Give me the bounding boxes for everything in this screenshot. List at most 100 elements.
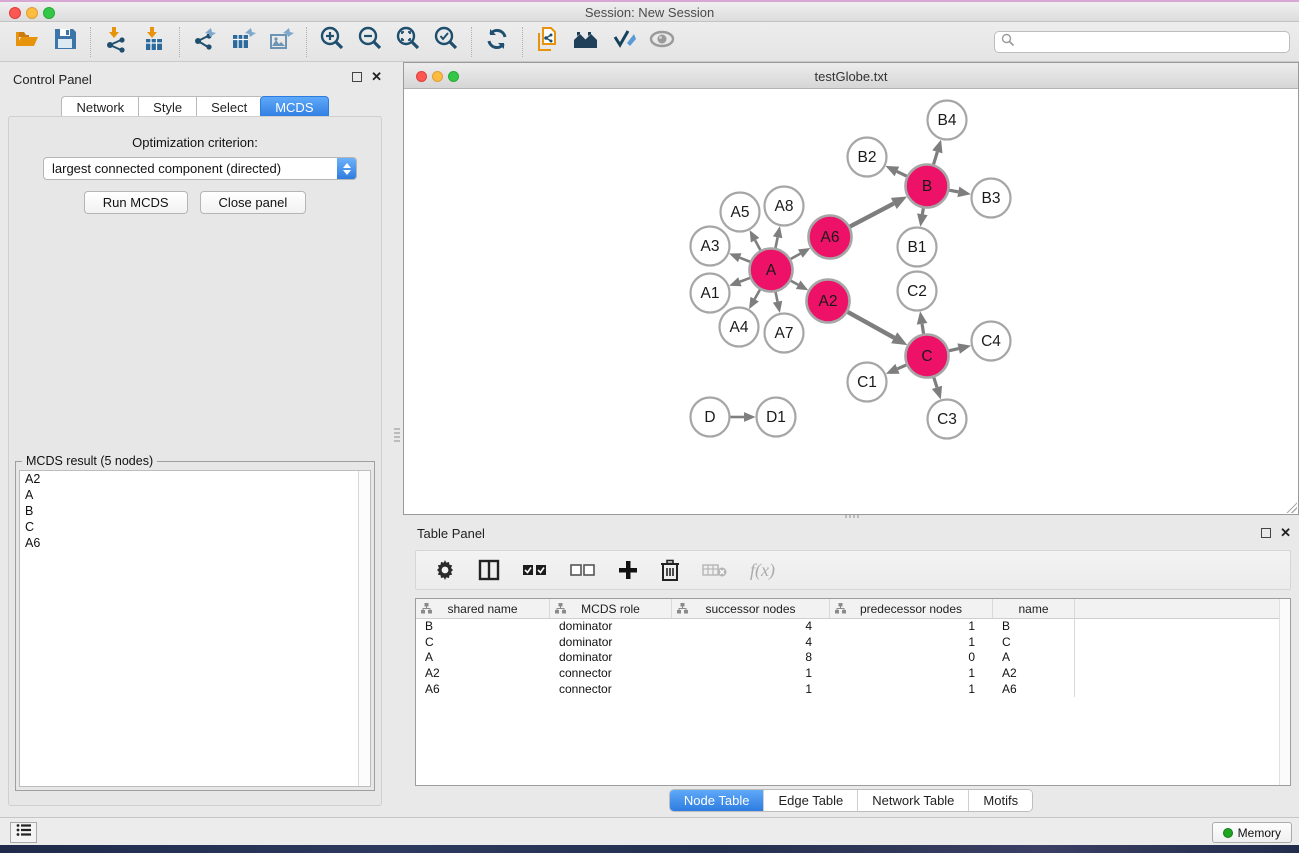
table-row[interactable]: Bdominator41B (416, 619, 1290, 635)
table-cell[interactable]: 4 (672, 635, 830, 651)
graph-edge[interactable] (949, 190, 958, 192)
float-panel-icon[interactable] (352, 72, 362, 82)
close-table-panel-icon[interactable]: ✕ (1280, 528, 1291, 538)
table-row[interactable]: Cdominator41C (416, 635, 1290, 651)
vertical-split-grip[interactable] (394, 428, 400, 442)
table-cell[interactable]: dominator (550, 635, 672, 651)
export-network-button[interactable] (186, 25, 224, 59)
graph-edge[interactable] (850, 203, 894, 226)
table-cell[interactable]: 1 (672, 666, 830, 682)
table-cell[interactable]: B (993, 619, 1075, 635)
add-column-icon[interactable] (618, 556, 638, 584)
copy-view-button[interactable] (529, 25, 567, 59)
graph-edge[interactable] (934, 377, 937, 387)
save-session-button[interactable] (46, 25, 84, 59)
main-titlebar[interactable]: Session: New Session (0, 2, 1299, 22)
settings-gear-icon[interactable] (434, 556, 456, 584)
graph-edge[interactable] (922, 208, 923, 214)
zoom-out-button[interactable] (351, 25, 389, 59)
home-button[interactable] (567, 25, 605, 59)
zoom-fit-button[interactable] (389, 25, 427, 59)
tab-node-table[interactable]: Node Table (670, 790, 765, 811)
result-list-item[interactable]: B (20, 503, 370, 519)
table-cell[interactable]: A6 (416, 682, 550, 698)
table-cell[interactable]: connector (550, 666, 672, 682)
table-row[interactable]: Adominator80A (416, 650, 1290, 666)
table-cell[interactable]: A (416, 650, 550, 666)
table-cell[interactable]: dominator (550, 619, 672, 635)
graph-edge[interactable] (791, 254, 801, 259)
tab-motifs[interactable]: Motifs (969, 790, 1032, 811)
result-list-item[interactable]: A (20, 487, 370, 503)
graph-edge[interactable] (776, 292, 778, 302)
table-cell[interactable]: C (993, 635, 1075, 651)
window-resize-handle[interactable] (1285, 501, 1297, 513)
table-cell[interactable]: 8 (672, 650, 830, 666)
show-columns-icon[interactable] (478, 556, 500, 584)
network-window-titlebar[interactable]: testGlobe.txt (404, 63, 1298, 89)
graph-edge[interactable] (934, 152, 938, 165)
graph-edge[interactable] (740, 278, 750, 282)
close-panel-icon[interactable]: ✕ (371, 72, 382, 82)
refresh-button[interactable] (478, 25, 516, 59)
table-cell[interactable]: B (416, 619, 550, 635)
export-image-button[interactable] (262, 25, 300, 59)
graph-edge[interactable] (755, 290, 760, 300)
table-cell[interactable]: 0 (830, 650, 993, 666)
close-panel-button[interactable]: Close panel (200, 191, 307, 214)
delete-column-icon[interactable] (660, 556, 680, 584)
graph-edge[interactable] (897, 365, 906, 369)
column-header-shared-name[interactable]: shared name (416, 599, 550, 618)
graph-edge[interactable] (949, 349, 959, 351)
graph-edge[interactable] (740, 258, 750, 262)
table-cell[interactable]: 1 (830, 619, 993, 635)
node-table[interactable]: shared name MCDS role successor nodes pr… (415, 598, 1291, 786)
graph-edge[interactable] (791, 281, 798, 285)
tab-network-table[interactable]: Network Table (858, 790, 969, 811)
result-list-item[interactable]: C (20, 519, 370, 535)
table-cell[interactable]: C (416, 635, 550, 651)
search-input[interactable] (1015, 33, 1289, 51)
table-cell[interactable]: A2 (416, 666, 550, 682)
task-history-button[interactable] (10, 822, 37, 843)
memory-button[interactable]: Memory (1212, 822, 1292, 843)
graph-edge[interactable] (897, 171, 907, 176)
deselect-all-checkboxes-icon[interactable] (570, 556, 596, 584)
table-cell[interactable]: 4 (672, 619, 830, 635)
validate-button[interactable] (605, 25, 643, 59)
table-cell[interactable]: 1 (830, 666, 993, 682)
table-cell[interactable]: dominator (550, 650, 672, 666)
column-header-successor-nodes[interactable]: successor nodes (672, 599, 830, 618)
network-view-window[interactable]: testGlobe.txt B4B2BB3A5A8A6B1A3AC2A1A2A4… (403, 62, 1299, 515)
table-cell[interactable]: A6 (993, 682, 1075, 698)
optimization-criterion-select[interactable]: largest connected component (directed) (43, 157, 357, 180)
zoom-selected-button[interactable] (427, 25, 465, 59)
export-table-button[interactable] (224, 25, 262, 59)
open-session-button[interactable] (8, 25, 46, 59)
tab-edge-table[interactable]: Edge Table (764, 790, 858, 811)
result-list-item[interactable]: A6 (20, 535, 370, 551)
run-mcds-button[interactable]: Run MCDS (84, 191, 188, 214)
graph-edge[interactable] (755, 240, 760, 250)
graph-edge[interactable] (848, 312, 895, 338)
table-scrollbar[interactable] (1279, 599, 1290, 785)
network-canvas[interactable]: B4B2BB3A5A8A6B1A3AC2A1A2A4A7C4CC1C3DD1 (404, 89, 1298, 514)
table-cell[interactable]: 1 (830, 635, 993, 651)
zoom-in-button[interactable] (313, 25, 351, 59)
table-cell[interactable]: A (993, 650, 1075, 666)
float-table-panel-icon[interactable] (1261, 528, 1271, 538)
select-all-checkboxes-icon[interactable] (522, 556, 548, 584)
search-field[interactable] (994, 31, 1290, 53)
column-header-name[interactable]: name (993, 599, 1075, 618)
table-cell[interactable]: connector (550, 682, 672, 698)
graph-edge[interactable] (775, 237, 777, 248)
import-table-button[interactable] (135, 25, 173, 59)
result-list-item[interactable]: A2 (20, 471, 370, 487)
table-cell[interactable]: 1 (672, 682, 830, 698)
table-cell[interactable]: 1 (830, 682, 993, 698)
column-header-mcds-role[interactable]: MCDS role (550, 599, 672, 618)
show-details-button[interactable] (643, 25, 681, 59)
result-list-scrollbar[interactable] (358, 471, 370, 786)
graph-edge[interactable] (922, 324, 924, 334)
mcds-result-list[interactable]: A2ABCA6 (19, 470, 371, 787)
